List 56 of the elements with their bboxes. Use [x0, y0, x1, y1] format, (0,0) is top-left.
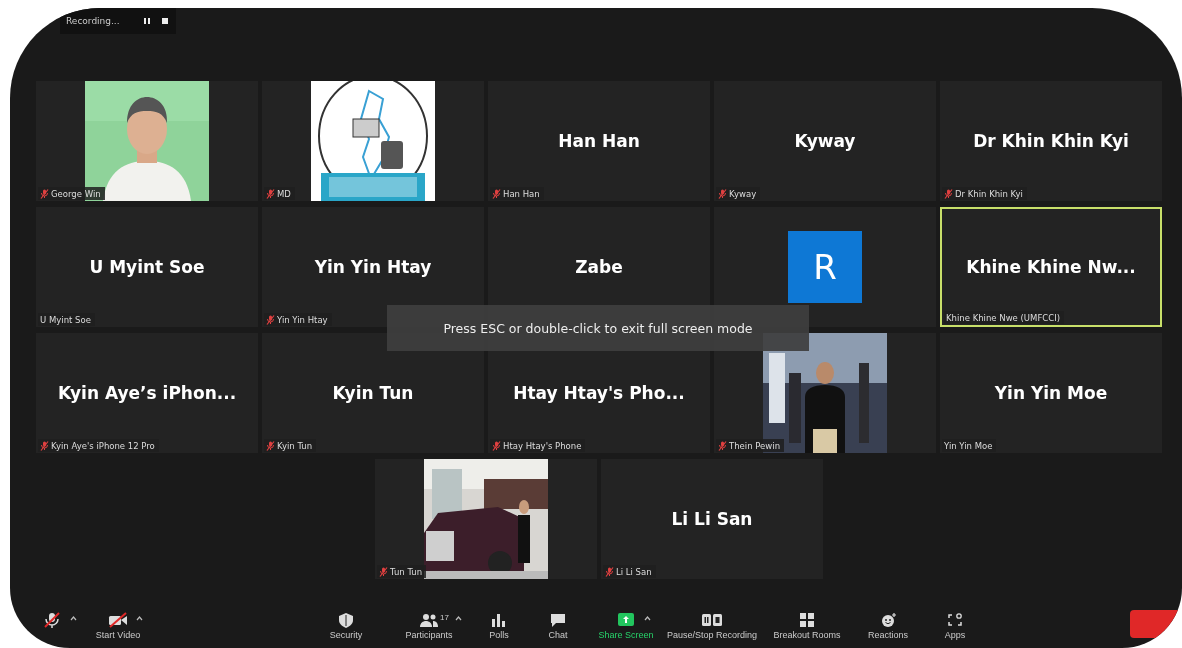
name-label: Kyin Aye's iPhone 12 Pro: [38, 439, 159, 452]
participant-name: Kyin Aye’s iPhon...: [57, 383, 237, 403]
name-label: Thein Pewin: [716, 439, 784, 452]
participant-name: Zabe: [575, 257, 623, 277]
caret-icon[interactable]: [70, 616, 77, 621]
toolbar-button[interactable]: Apps: [924, 612, 986, 641]
pause-icon[interactable]: [142, 16, 152, 26]
name-label: Tun Tun: [377, 565, 427, 578]
chat-icon: [548, 612, 568, 628]
participant-name: Yin Yin Moe: [994, 383, 1108, 403]
toolbar-button[interactable]: Chat: [526, 612, 590, 641]
participant-name: Han Han: [558, 131, 640, 151]
participant-count: 17: [440, 612, 449, 623]
name-label: George Win: [38, 187, 105, 200]
toolbar-button[interactable]: Pause/Stop Recording: [662, 612, 762, 641]
caret-icon[interactable]: [136, 616, 143, 621]
toolbar-button[interactable]: Breakout Rooms: [762, 612, 852, 641]
video-off-icon: [108, 612, 128, 628]
participant-name: Kyway: [794, 131, 856, 151]
toolbar-button[interactable]: Reactions: [852, 612, 924, 641]
apps-icon: [945, 612, 965, 628]
name-label: Dr Khin Khin Kyi: [942, 187, 1027, 200]
pause-stop-icon: [702, 612, 722, 628]
fullscreen-toast: Press ESC or double-click to exit full screen mode: [387, 305, 809, 351]
name-label: Yin Yin Moe: [942, 439, 997, 452]
participant-name: Yin Yin Htay: [314, 257, 432, 277]
name-label: Li Li San: [603, 565, 656, 578]
shield-icon: [336, 612, 356, 628]
participant-name: Khine Khine Nw...: [966, 257, 1136, 277]
name-label: Khine Khine Nwe (UMFCCI): [944, 311, 1064, 324]
grid-icon: [797, 612, 817, 628]
name-label: Kyin Tun: [264, 439, 317, 452]
name-label: Htay Htay's Phone: [490, 439, 586, 452]
participant-name: U Myint Soe: [89, 257, 205, 277]
avatar: R: [788, 231, 862, 303]
name-label: Han Han: [490, 187, 544, 200]
participant-name: Li Li San: [671, 509, 753, 529]
participant-name: Htay Htay's Pho...: [513, 383, 685, 403]
toolbar-button[interactable]: Polls: [472, 612, 526, 641]
name-label: U Myint Soe: [38, 313, 95, 326]
mic-off-icon: [42, 612, 62, 628]
name-label: Kyway: [716, 187, 761, 200]
stop-icon[interactable]: [160, 16, 170, 26]
share-screen-icon: [616, 612, 636, 628]
recording-status: Recording...: [66, 16, 121, 26]
caret-icon[interactable]: [644, 616, 651, 621]
participant-name: Kyin Tun: [332, 383, 414, 403]
people-icon: [419, 612, 439, 628]
participant-name: Dr Khin Khin Kyi: [973, 131, 1129, 151]
name-label: MD: [264, 187, 295, 200]
name-label: Yin Yin Htay: [264, 313, 332, 326]
toolbar-button[interactable]: Participants 17: [386, 612, 472, 641]
caret-icon[interactable]: [455, 616, 462, 621]
toolbar-button[interactable]: Start Video: [78, 612, 158, 641]
toolbar-button[interactable]: Security: [306, 612, 386, 641]
toolbar-button[interactable]: Share Screen: [590, 612, 662, 641]
